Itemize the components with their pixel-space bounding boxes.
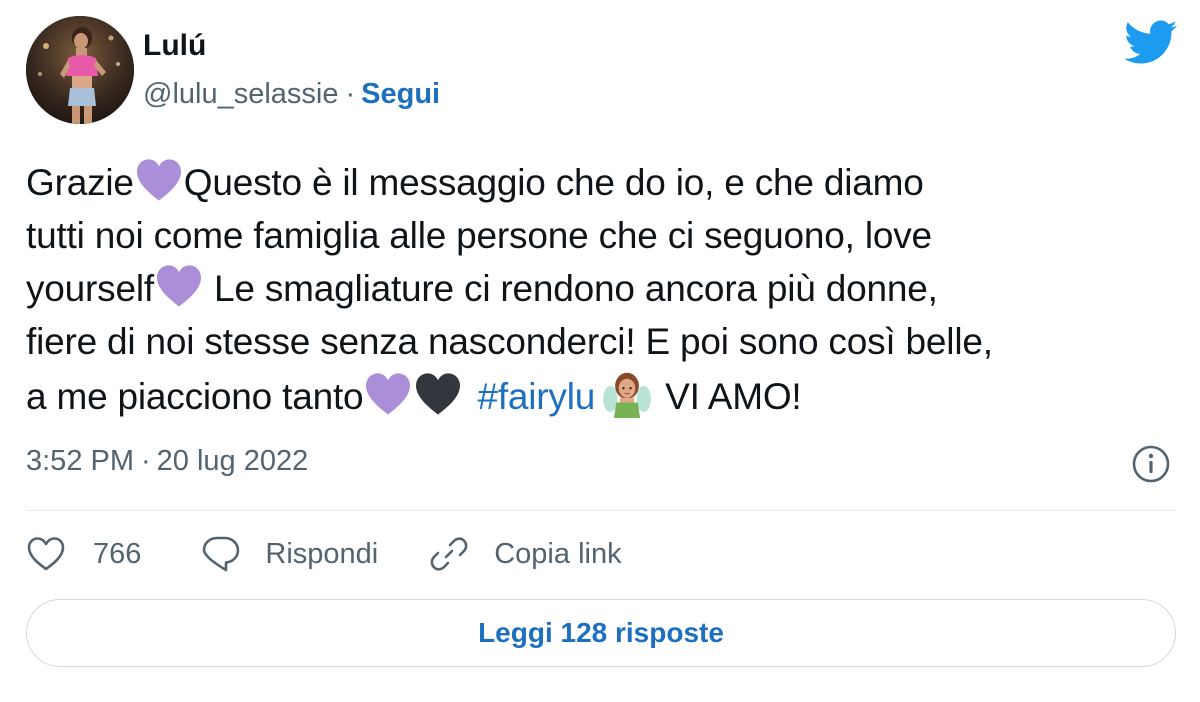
reply-bubble-icon (203, 536, 240, 572)
timestamp[interactable]: 3:52 PM · 20 lug 2022 (26, 443, 308, 479)
tweet-line: fiere di noi stesse senza nasconderci! E… (26, 321, 993, 362)
separator-dot: · (141, 445, 151, 477)
tweet-date: 20 lug 2022 (156, 445, 309, 477)
tweet-line: yourself Le smagliature ci rendono ancor… (26, 262, 1176, 315)
avatar-image (26, 16, 134, 124)
tweet-time: 3:52 PM (26, 445, 134, 477)
avatar[interactable] (26, 16, 134, 124)
reply-button[interactable]: Rispondi (201, 534, 378, 574)
read-replies-label: Leggi 128 risposte (478, 617, 724, 648)
handle[interactable]: @lulu_selassie (143, 78, 338, 110)
fairy-emoji-icon (603, 372, 651, 418)
tweet-line: Grazie Questo è il messaggio che do io, e… (26, 156, 1176, 209)
purple-heart-icon (156, 265, 201, 307)
hashtag-link[interactable]: #fairylu (477, 376, 595, 417)
read-replies-button[interactable]: Leggi 128 risposte (26, 599, 1176, 667)
display-name[interactable]: Lulú (143, 28, 206, 64)
copy-link-label: Copia link (494, 538, 622, 570)
purple-heart-icon (136, 159, 181, 201)
tweet-line: tutti noi come famiglia alle persone che… (26, 215, 932, 256)
reply-label: Rispondi (265, 538, 379, 570)
handle-row: @lulu_selassie · Segui (143, 76, 440, 112)
tweet-line: a me piacciono tanto #fairylu VI AMO! (26, 368, 1176, 423)
heart-icon (27, 537, 65, 571)
like-count: 766 (93, 538, 142, 570)
separator-dot: · (345, 78, 356, 110)
purple-heart-icon (366, 373, 411, 415)
tweet-text: Grazie Questo è il messaggio che do io, e… (26, 156, 1176, 423)
info-icon[interactable] (1131, 444, 1171, 484)
black-heart-icon (416, 373, 461, 415)
follow-button[interactable]: Segui (361, 78, 440, 110)
tweet-embed-card: Lulú @lulu_selassie · Segui Grazie Questo è… (0, 0, 1200, 702)
twitter-bird-icon[interactable] (1124, 20, 1178, 66)
link-icon (430, 537, 468, 571)
copy-link-button[interactable]: Copia link (429, 534, 622, 574)
action-bar: 766 Rispondi Copia link (26, 528, 622, 580)
like-button[interactable]: 766 (26, 536, 141, 572)
divider (26, 510, 1176, 511)
